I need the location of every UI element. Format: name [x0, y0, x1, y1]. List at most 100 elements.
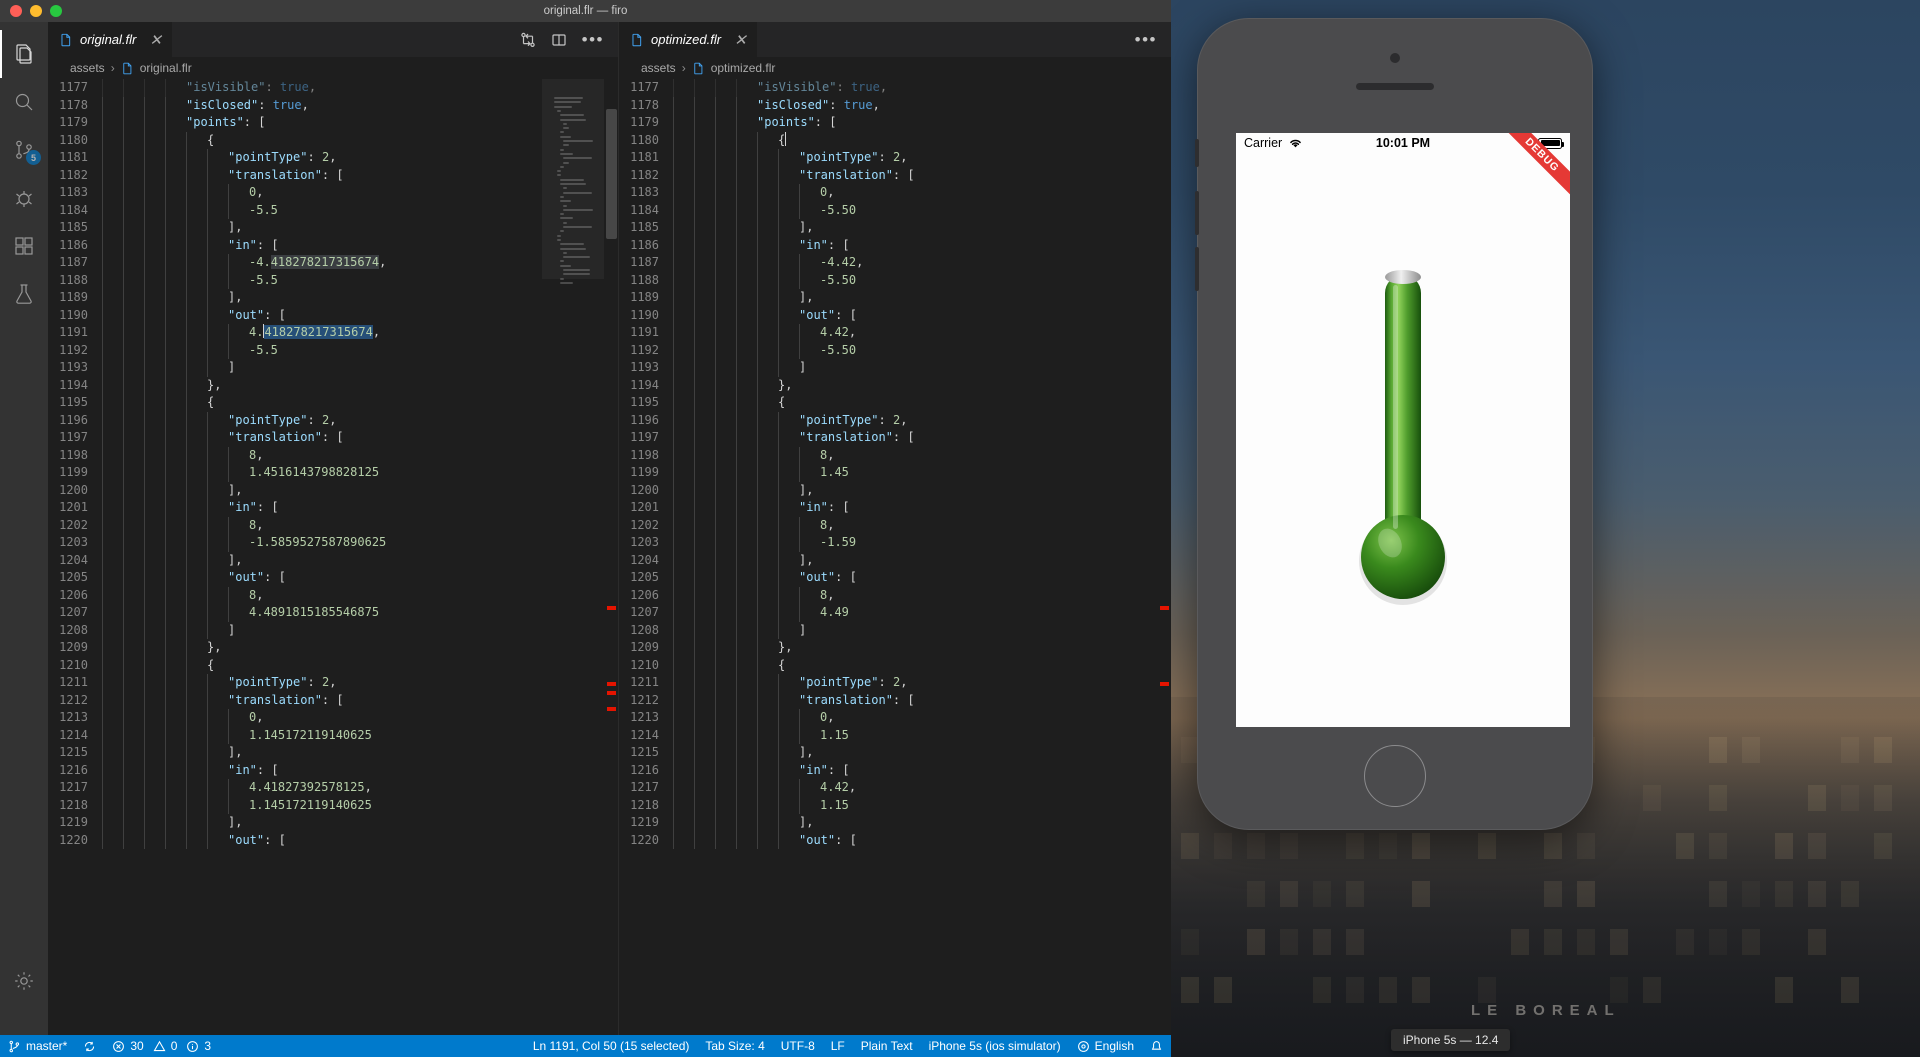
sidebar-item-debug[interactable] — [0, 174, 48, 222]
code-line[interactable]: 1191 4.42, — [619, 324, 1171, 342]
code-line[interactable]: 1206 8, — [619, 587, 1171, 605]
code-line[interactable]: 1178 "isClosed": true, — [619, 97, 1171, 115]
code-line[interactable]: 1187 -4.42, — [619, 254, 1171, 272]
code-line[interactable]: 1189 ], — [48, 289, 618, 307]
more-actions-icon[interactable]: ••• — [582, 35, 604, 45]
code-line[interactable]: 1214 1.145172119140625 — [48, 727, 618, 745]
code-line[interactable]: 1188 -5.5 — [48, 272, 618, 290]
code-line[interactable]: 1203 -1.59 — [619, 534, 1171, 552]
code-line[interactable]: 1212 "translation": [ — [48, 692, 618, 710]
code-line[interactable]: 1205 "out": [ — [48, 569, 618, 587]
sidebar-item-source-control[interactable]: 5 — [0, 126, 48, 174]
code-line[interactable]: 1186 "in": [ — [619, 237, 1171, 255]
code-line[interactable]: 1186 "in": [ — [48, 237, 618, 255]
code-line[interactable]: 1199 1.4516143798828125 — [48, 464, 618, 482]
code-line[interactable]: 1198 8, — [48, 447, 618, 465]
code-line[interactable]: 1215 ], — [619, 744, 1171, 762]
breadcrumb-file[interactable]: optimized.flr — [711, 61, 776, 75]
code-line[interactable]: 1202 8, — [48, 517, 618, 535]
close-tab-button[interactable]: ✕ — [734, 31, 747, 49]
status-tab-size[interactable]: Tab Size: 4 — [697, 1035, 772, 1057]
code-line[interactable]: 1194 }, — [48, 377, 618, 395]
code-line[interactable]: 1178 "isClosed": true, — [48, 97, 618, 115]
status-problems[interactable]: 30 0 3 — [104, 1035, 219, 1057]
code-line[interactable]: 1220 "out": [ — [48, 832, 618, 850]
code-line[interactable]: 1189 ], — [619, 289, 1171, 307]
minimap-slider[interactable] — [542, 79, 604, 279]
code-line[interactable]: 1187 -4.418278217315674, — [48, 254, 618, 272]
code-line[interactable]: 1210 { — [48, 657, 618, 675]
code-line[interactable]: 1197 "translation": [ — [619, 429, 1171, 447]
code-line[interactable]: 1180 { — [619, 132, 1171, 150]
breadcrumb-folder[interactable]: assets — [70, 61, 105, 75]
code-line[interactable]: 1207 4.49 — [619, 604, 1171, 622]
code-line[interactable]: 1180 { — [48, 132, 618, 150]
simulator-screen[interactable]: Carrier 10:01 PM DEBUG — [1236, 133, 1570, 727]
sidebar-item-extensions[interactable] — [0, 222, 48, 270]
code-line[interactable]: 1181 "pointType": 2, — [48, 149, 618, 167]
code-line[interactable]: 1219 ], — [619, 814, 1171, 832]
code-line[interactable]: 1204 ], — [619, 552, 1171, 570]
code-line[interactable]: 1207 4.4891815185546875 — [48, 604, 618, 622]
code-line[interactable]: 1201 "in": [ — [619, 499, 1171, 517]
code-line[interactable]: 1190 "out": [ — [619, 307, 1171, 325]
code-line[interactable]: 1192 -5.5 — [48, 342, 618, 360]
code-line[interactable]: 1200 ], — [619, 482, 1171, 500]
code-line[interactable]: 1220 "out": [ — [619, 832, 1171, 850]
code-line[interactable]: 1183 0, — [619, 184, 1171, 202]
code-line[interactable]: 1211 "pointType": 2, — [619, 674, 1171, 692]
status-cursor-position[interactable]: Ln 1191, Col 50 (15 selected) — [525, 1035, 698, 1057]
code-line[interactable]: 1193 ] — [619, 359, 1171, 377]
breadcrumb-file[interactable]: original.flr — [140, 61, 192, 75]
code-editor-right[interactable]: 1177 "isVisible": true, 1178 "isClosed": … — [619, 79, 1171, 1035]
code-line[interactable]: 1216 "in": [ — [619, 762, 1171, 780]
code-line[interactable]: 1185 ], — [48, 219, 618, 237]
code-line[interactable]: 1192 -5.50 — [619, 342, 1171, 360]
volume-down-button[interactable] — [1195, 247, 1199, 291]
status-branch[interactable]: master* — [0, 1035, 75, 1057]
sidebar-item-settings[interactable] — [0, 957, 48, 1005]
code-line[interactable]: 1202 8, — [619, 517, 1171, 535]
silent-switch[interactable] — [1195, 139, 1199, 167]
scrollbar-right[interactable] — [1157, 79, 1171, 1035]
code-line[interactable]: 1201 "in": [ — [48, 499, 618, 517]
code-line[interactable]: 1179 "points": [ — [48, 114, 618, 132]
code-line[interactable]: 1177 "isVisible": true, — [48, 79, 618, 97]
code-line[interactable]: 1205 "out": [ — [619, 569, 1171, 587]
compare-changes-icon[interactable] — [520, 32, 536, 48]
code-line[interactable]: 1195 { — [48, 394, 618, 412]
scrollbar-left[interactable] — [604, 79, 618, 1035]
code-line[interactable]: 1208 ] — [48, 622, 618, 640]
breadcrumb-folder[interactable]: assets — [641, 61, 676, 75]
code-line[interactable]: 1177 "isVisible": true, — [619, 79, 1171, 97]
code-line[interactable]: 1188 -5.50 — [619, 272, 1171, 290]
code-line[interactable]: 1191 4.418278217315674, — [48, 324, 618, 342]
split-editor-icon[interactable] — [551, 32, 567, 48]
tab-original-flr[interactable]: original.flr ✕ — [48, 22, 173, 57]
code-line[interactable]: 1179 "points": [ — [619, 114, 1171, 132]
code-line[interactable]: 1208 ] — [619, 622, 1171, 640]
status-sync[interactable] — [75, 1035, 104, 1057]
breadcrumb-left[interactable]: assets › original.flr — [48, 57, 618, 79]
code-line[interactable]: 1213 0, — [48, 709, 618, 727]
code-line[interactable]: 1196 "pointType": 2, — [619, 412, 1171, 430]
code-line[interactable]: 1215 ], — [48, 744, 618, 762]
code-line[interactable]: 1193 ] — [48, 359, 618, 377]
code-line[interactable]: 1217 4.41827392578125, — [48, 779, 618, 797]
code-line[interactable]: 1204 ], — [48, 552, 618, 570]
sidebar-item-explorer[interactable] — [0, 30, 48, 78]
tab-optimized-flr[interactable]: optimized.flr ✕ — [619, 22, 758, 57]
code-line[interactable]: 1181 "pointType": 2, — [619, 149, 1171, 167]
minimap-left[interactable] — [542, 79, 604, 1035]
code-line[interactable]: 1218 1.15 — [619, 797, 1171, 815]
code-line[interactable]: 1203 -1.5859527587890625 — [48, 534, 618, 552]
code-line[interactable]: 1194 }, — [619, 377, 1171, 395]
code-line[interactable]: 1211 "pointType": 2, — [48, 674, 618, 692]
status-spellcheck[interactable]: English — [1069, 1035, 1142, 1057]
code-line[interactable]: 1213 0, — [619, 709, 1171, 727]
code-line[interactable]: 1195 { — [619, 394, 1171, 412]
code-line[interactable]: 1184 -5.50 — [619, 202, 1171, 220]
breadcrumb-right[interactable]: assets › optimized.flr — [619, 57, 1171, 79]
code-line[interactable]: 1218 1.145172119140625 — [48, 797, 618, 815]
code-line[interactable]: 1182 "translation": [ — [48, 167, 618, 185]
